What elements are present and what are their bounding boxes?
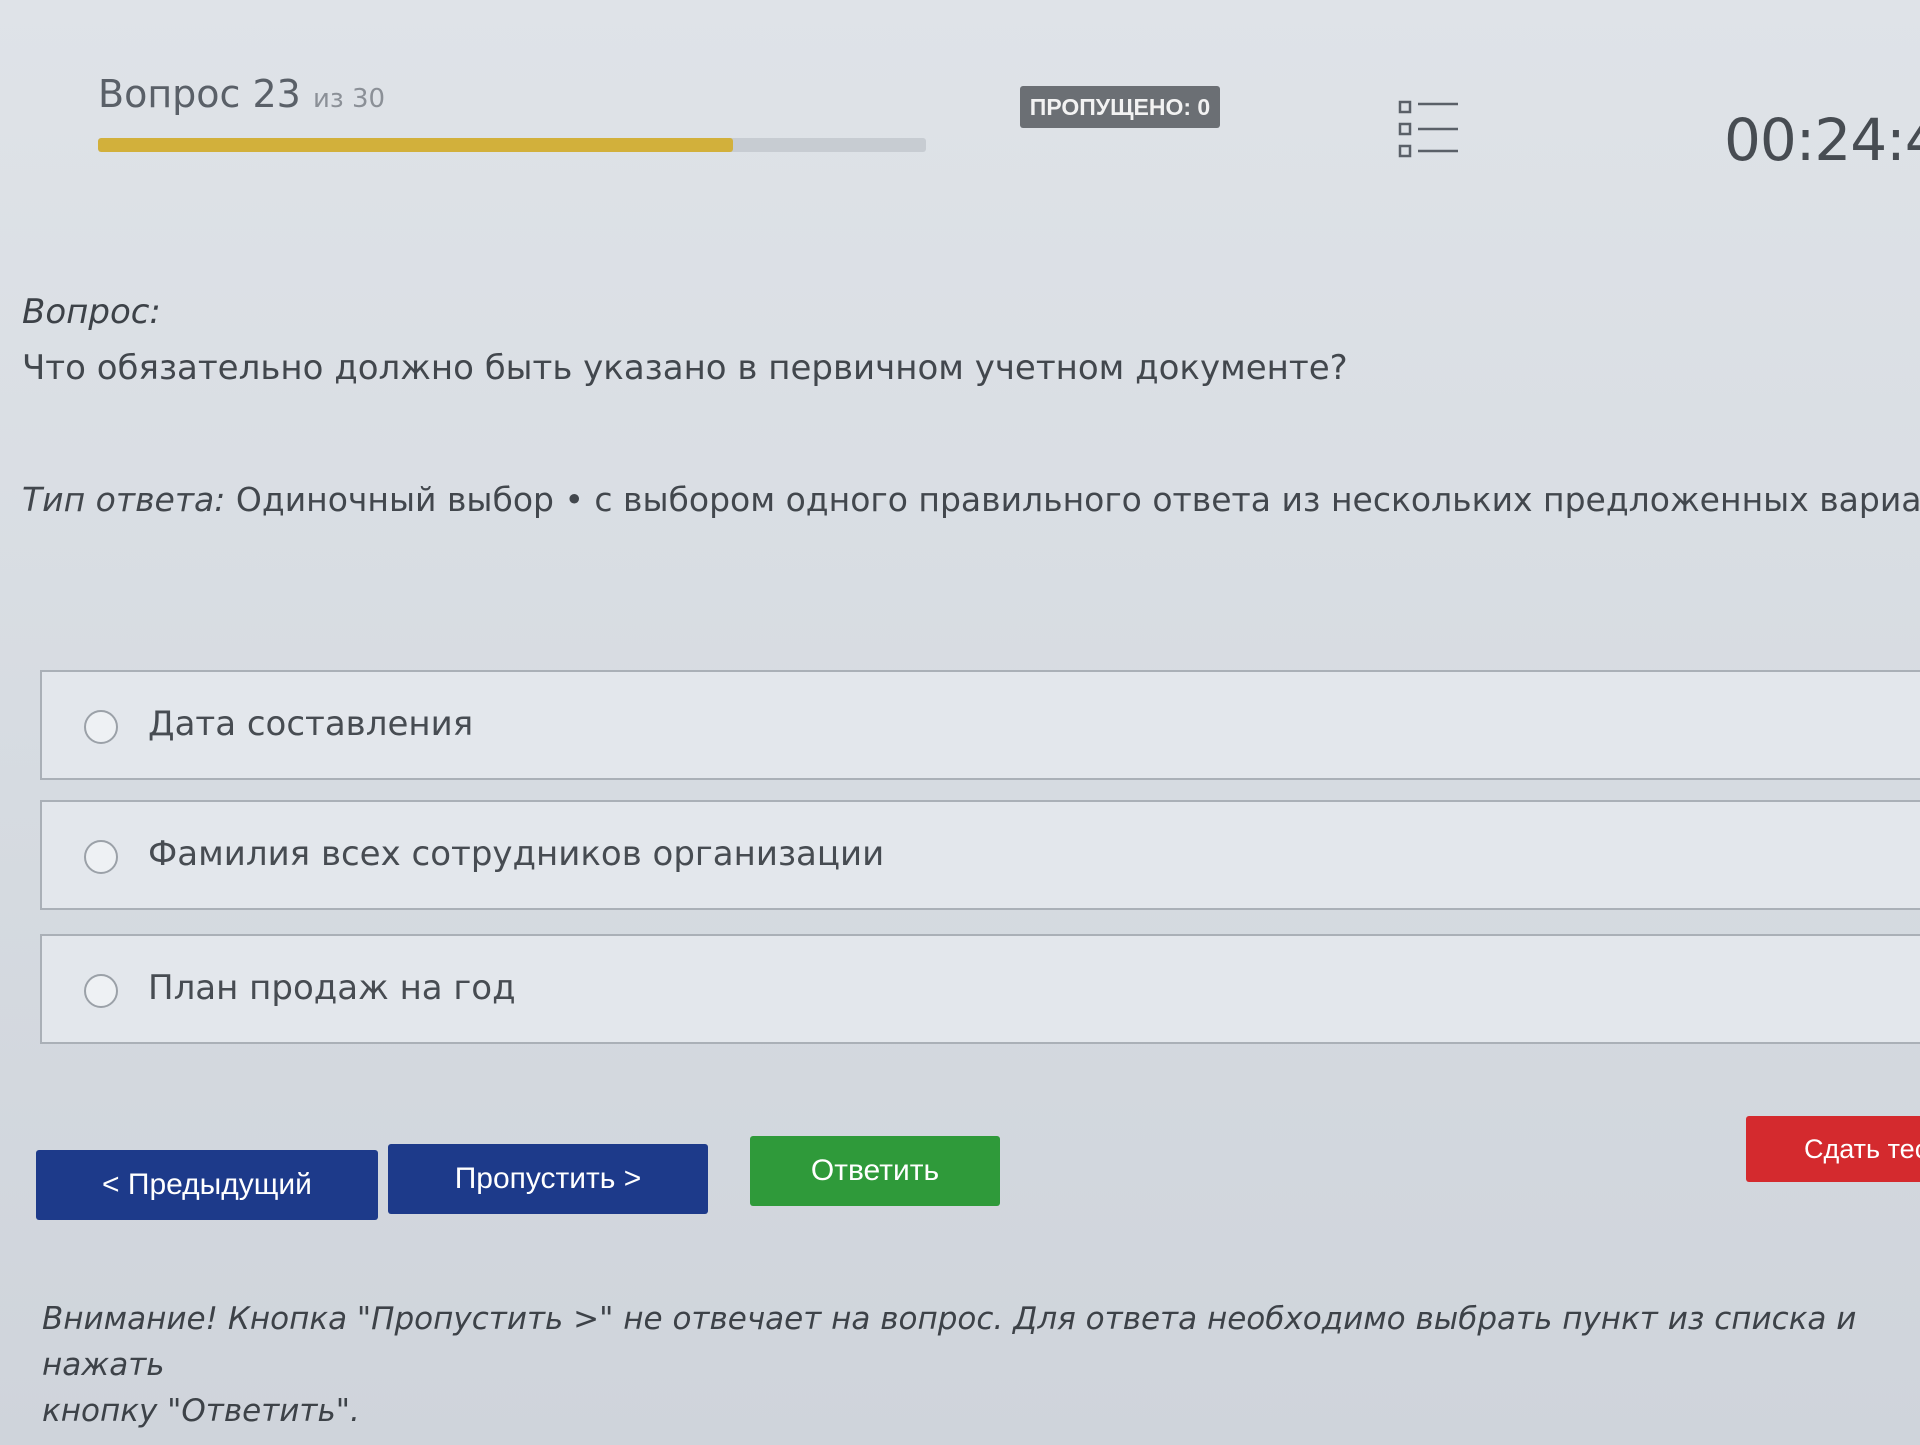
radio-button[interactable] xyxy=(84,840,118,874)
answer-option-text: Дата составления xyxy=(148,704,474,744)
answer-type-label: Тип ответа: xyxy=(22,480,226,519)
radio-button[interactable] xyxy=(84,974,118,1008)
answer-option[interactable]: Фамилия всех сотрудников организации xyxy=(40,800,1920,910)
answer-option[interactable]: План продаж на год xyxy=(40,934,1920,1044)
answer-option-text: Фамилия всех сотрудников организации xyxy=(148,834,885,874)
answer-option-text: План продаж на год xyxy=(148,968,516,1008)
notice-line: Внимание! Кнопка "Пропустить >" не отвеч… xyxy=(42,1301,1857,1383)
notice-line: кнопку "Ответить". xyxy=(42,1393,360,1429)
question-label: Вопрос: xyxy=(22,292,161,332)
skip-button[interactable]: Пропустить > xyxy=(388,1144,708,1214)
radio-button[interactable] xyxy=(84,710,118,744)
progress-bar xyxy=(98,138,926,152)
progress-bar-fill xyxy=(98,138,733,152)
question-number: Вопрос 23 xyxy=(98,72,301,116)
answer-button[interactable]: Ответить xyxy=(750,1136,1000,1206)
skipped-badge: ПРОПУЩЕНО: 0 xyxy=(1020,86,1220,128)
answer-option[interactable]: Дата составления xyxy=(40,670,1920,780)
notice-text: Внимание! Кнопка "Пропустить >" не отвеч… xyxy=(42,1296,1902,1434)
test-page: Вопрос 23 из 30 ПРОПУЩЕНО: 0 00:24:4 Воп… xyxy=(0,0,1920,1445)
question-list-icon[interactable] xyxy=(1396,98,1460,160)
question-total: из 30 xyxy=(312,84,386,114)
submit-test-button[interactable]: Сдать тест xyxy=(1746,1116,1920,1182)
question-counter: Вопрос 23 из 30 xyxy=(98,72,385,116)
question-text: Что обязательно должно быть указано в пе… xyxy=(22,348,1348,388)
previous-button[interactable]: < Предыдущий xyxy=(36,1150,378,1220)
answer-type: Тип ответа: Одиночный выбор • с выбором … xyxy=(22,480,1920,519)
answer-type-value: Одиночный выбор • с выбором одного прави… xyxy=(235,480,1920,519)
timer: 00:24:4 xyxy=(1724,106,1920,174)
